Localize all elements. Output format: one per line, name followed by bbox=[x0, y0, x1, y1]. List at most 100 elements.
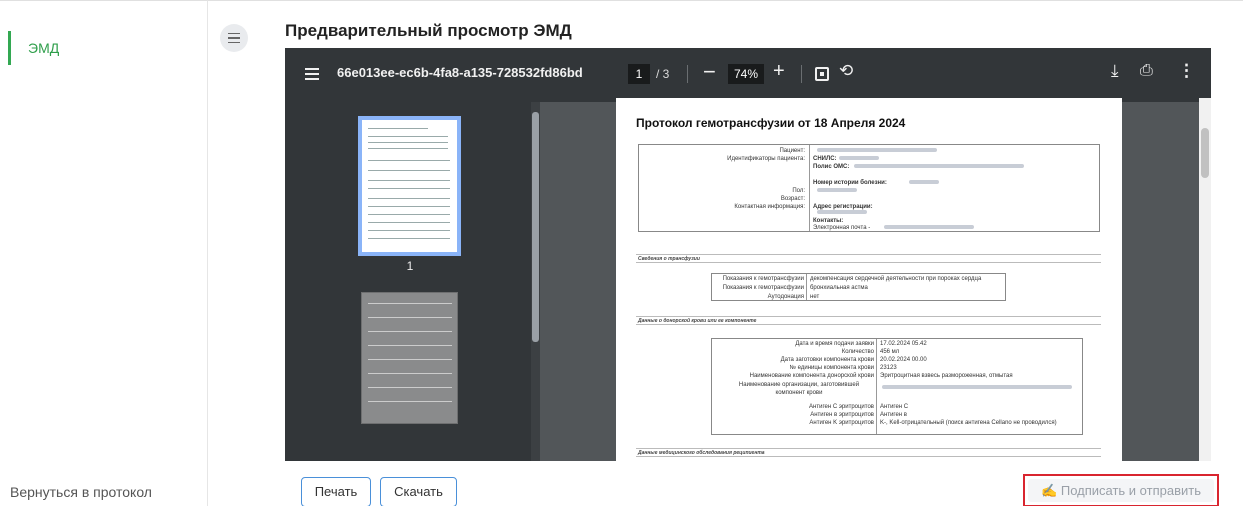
table-cell-label: Аутодонация bbox=[767, 294, 804, 300]
protocol-title: Протокол гемотрансфузии от 18 Апреля 202… bbox=[636, 116, 906, 130]
thumbnail-line bbox=[368, 373, 452, 374]
table-cell-value: K-, Kell-отрицательный (поиск антигена C… bbox=[880, 420, 1057, 426]
thumbnail-line bbox=[368, 317, 452, 318]
document-name: 66e013ee-ec6b-4fa8-a135-728532fd86bd bbox=[337, 65, 583, 80]
thumbnail-line bbox=[368, 345, 452, 346]
toolbar-divider bbox=[687, 65, 688, 83]
table-cell-label: № единицы компонента крови bbox=[789, 365, 874, 371]
thumbnail-page-2[interactable] bbox=[361, 292, 458, 424]
zoom-out-button[interactable]: − bbox=[703, 59, 716, 85]
thumbnail-line bbox=[368, 206, 450, 207]
sign-and-send-label: Подписать и отправить bbox=[1060, 483, 1201, 498]
pdf-toolbar: 66e013ee-ec6b-4fa8-a135-728532fd86bd 1 /… bbox=[285, 48, 1211, 102]
rotate-icon[interactable]: ⟲ bbox=[839, 61, 853, 81]
table-cell-value: Электронная почта - bbox=[813, 225, 871, 231]
redacted-value bbox=[839, 156, 879, 160]
menu-icon-line bbox=[228, 37, 240, 39]
download-button[interactable]: Скачать bbox=[380, 477, 457, 506]
menu-toggle-button[interactable] bbox=[220, 24, 248, 52]
document-scrollbar[interactable] bbox=[1199, 98, 1211, 461]
more-icon[interactable]: ⋮ bbox=[1178, 61, 1195, 81]
thumbnail-page-1[interactable] bbox=[358, 116, 461, 256]
print-icon[interactable]: ⎙ bbox=[1140, 62, 1153, 80]
thumbnail-line bbox=[368, 387, 452, 388]
table-cell-label: Показания к гемотрансфузии bbox=[722, 276, 804, 282]
table-cell-label: Дата заготовки компонента крови bbox=[780, 357, 874, 363]
download-icon[interactable]: ⤓ bbox=[1111, 61, 1119, 81]
redacted-value bbox=[854, 164, 1024, 168]
table-cell-value: декомпенсация сердечной деятельности при… bbox=[810, 276, 982, 282]
thumbnail-line bbox=[368, 303, 452, 304]
thumbnail-line bbox=[368, 230, 450, 231]
donor-blood-table: Дата и время подачи заявки 17.02.2024 05… bbox=[711, 338, 1083, 435]
page-number-input[interactable]: 1 bbox=[628, 64, 650, 84]
thumbnail-label: 1 bbox=[406, 259, 414, 273]
print-button[interactable]: Печать bbox=[301, 477, 371, 506]
table-cell-label: Идентификаторы пациента: bbox=[727, 156, 805, 162]
zoom-level-input[interactable]: 74% bbox=[728, 64, 764, 84]
thumbnail-scrollbar-thumb[interactable] bbox=[532, 112, 539, 342]
fit-page-icon[interactable] bbox=[815, 67, 829, 81]
thumbnail-line bbox=[368, 401, 452, 402]
table-cell-label: Антиген K эритроцитов bbox=[809, 420, 874, 426]
sign-and-send-button[interactable]: ✍ Подписать и отправить bbox=[1028, 479, 1214, 502]
section-header-donor: Данные о донорской крови или ее компонен… bbox=[636, 316, 1101, 325]
table-cell-value: Полис ОМС: bbox=[813, 164, 850, 170]
table-cell-value: 17.02.2024 05.42 bbox=[880, 341, 927, 347]
table-divider bbox=[876, 339, 877, 434]
table-cell-value: 456 мл bbox=[880, 349, 900, 355]
table-cell-label: Показания к гемотрансфузии bbox=[722, 285, 804, 291]
section-header-examination: Данные медицинского обследования реципие… bbox=[636, 448, 1101, 457]
table-divider bbox=[806, 274, 807, 300]
document-page: Протокол гемотрансфузии от 18 Апреля 202… bbox=[616, 98, 1122, 461]
table-divider bbox=[809, 145, 810, 231]
thumbnail-line bbox=[368, 222, 450, 223]
thumbnail-line bbox=[368, 198, 450, 199]
document-scrollbar-thumb[interactable] bbox=[1201, 128, 1209, 178]
redacted-value bbox=[817, 188, 857, 192]
menu-icon[interactable] bbox=[305, 68, 319, 80]
menu-icon-line bbox=[305, 73, 319, 75]
gutter bbox=[208, 0, 280, 506]
table-cell-label: Наименование организации, заготовившей к… bbox=[738, 382, 860, 396]
table-cell-label: Антиген в эритроцитов bbox=[810, 412, 874, 418]
thumbnail-line bbox=[368, 136, 448, 137]
menu-icon-line bbox=[228, 41, 240, 44]
table-cell-value: Номер истории болезни: bbox=[813, 180, 887, 186]
back-to-protocol-link[interactable]: Вернуться в протокол bbox=[10, 484, 152, 500]
table-cell-value: Антиген в bbox=[880, 412, 907, 418]
table-cell-value: бронхиальная астма bbox=[810, 285, 868, 291]
menu-icon-line bbox=[228, 32, 240, 35]
thumbnail-line bbox=[368, 160, 450, 161]
table-cell-label: Антиген C эритроцитов bbox=[809, 404, 874, 410]
redacted-value bbox=[882, 385, 1072, 389]
redacted-value bbox=[817, 210, 867, 214]
table-cell-label: Пациент: bbox=[779, 148, 805, 154]
thumbnail-line bbox=[368, 148, 448, 149]
thumbnail-line bbox=[368, 128, 428, 129]
table-cell-value: нет bbox=[810, 294, 820, 300]
thumbnail-line bbox=[368, 214, 450, 215]
transfusion-table: Показания к гемотрансфузии декомпенсация… bbox=[711, 273, 1006, 301]
thumbnail-line bbox=[368, 180, 450, 181]
table-cell-value: 23123 bbox=[880, 365, 897, 371]
table-cell-label: Контактная информация: bbox=[734, 204, 805, 210]
thumbnail-scrollbar[interactable] bbox=[531, 102, 540, 461]
table-cell-value: 20.02.2024 00.00 bbox=[880, 357, 927, 363]
pdf-viewer: 66e013ee-ec6b-4fa8-a135-728532fd86bd 1 /… bbox=[285, 48, 1211, 461]
table-cell-value: Эритроцитная взвесь размороженная, отмыт… bbox=[880, 373, 1013, 379]
zoom-in-button[interactable]: + bbox=[773, 60, 785, 83]
thumbnail-line bbox=[368, 188, 450, 189]
thumbnail-line bbox=[368, 170, 450, 171]
thumbnail-panel: 1 2 bbox=[285, 102, 540, 461]
table-cell-label: Возраст: bbox=[780, 196, 805, 202]
redacted-value bbox=[909, 180, 939, 184]
page-title: Предварительный просмотр ЭМД bbox=[285, 21, 572, 40]
toolbar-divider bbox=[801, 65, 802, 83]
nav-item-emd[interactable]: ЭМД bbox=[8, 31, 198, 65]
thumbnail-line bbox=[368, 331, 452, 332]
menu-icon-line bbox=[305, 68, 319, 70]
app: ЭМД Вернуться в протокол Предварительный… bbox=[0, 0, 1243, 506]
left-nav: ЭМД Вернуться в протокол bbox=[0, 0, 208, 506]
patient-info-table: Пациент: Идентификаторы пациента: СНИЛС:… bbox=[638, 144, 1100, 232]
